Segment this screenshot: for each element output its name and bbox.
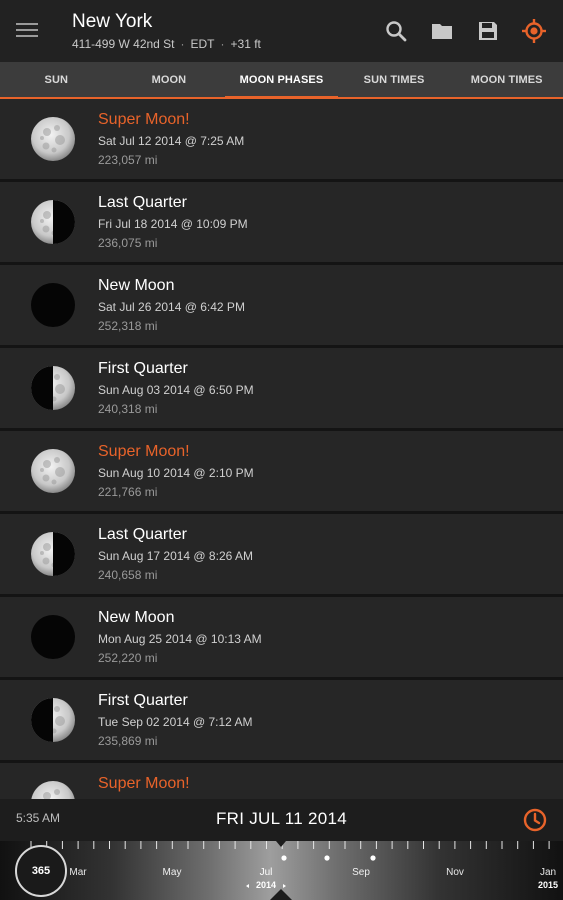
moon-phase-icon [31,366,75,410]
timezone-text: EDT [190,37,215,51]
save-icon [479,22,497,40]
phase-name: First Quarter [98,692,188,709]
timeline-month-label: Mar [69,867,87,878]
phase-name: First Quarter [98,360,188,377]
phase-distance: 221,766 mi [98,485,158,499]
phase-distance: 252,318 mi [98,319,158,333]
phase-distance: 252,220 mi [98,651,158,665]
moon-phase-icon [31,781,75,799]
moon-phase-icon [31,615,75,659]
phase-name: Last Quarter [98,194,187,211]
moon-phase-list[interactable]: Super Moon! Sat Jul 12 2014 @ 7:25 AM 22… [0,99,563,799]
phase-distance: 240,318 mi [98,402,158,416]
moon-phase-icon [31,283,75,327]
range-365-button[interactable]: 365 [15,845,67,897]
list-item[interactable]: New Moon Sat Jul 26 2014 @ 6:42 PM 252,3… [0,265,563,345]
search-button[interactable] [379,14,413,48]
phase-distance: 235,869 mi [98,734,158,748]
address-text: 411-499 W 42nd St [72,37,175,51]
phase-datetime: Mon Aug 25 2014 @ 10:13 AM [98,632,262,646]
phase-name: Super Moon! [98,443,190,460]
phase-datetime: Sun Aug 10 2014 @ 2:10 PM [98,466,254,480]
tab-moon-phases[interactable]: MOON PHASES [225,62,338,99]
tab-sun-times[interactable]: SUN TIMES [338,62,451,99]
phase-datetime: Tue Sep 02 2014 @ 7:12 AM [98,715,253,729]
list-item[interactable]: Last Quarter Fri Jul 18 2014 @ 10:09 PM … [0,182,563,262]
phase-datetime: Sun Aug 03 2014 @ 6:50 PM [98,383,254,397]
date-timeline-slider[interactable]: Mar May Jul Sep Nov Jan 2014 2015 365 [0,841,563,900]
timeline-top-pointer [276,841,286,847]
location-target-icon [522,19,546,43]
phase-name: Super Moon! [98,111,190,128]
phase-name: Super Moon! [98,775,190,792]
phase-datetime: Sat Jul 26 2014 @ 6:42 PM [98,300,245,314]
tab-bar: SUN MOON MOON PHASES SUN TIMES MOON TIME… [0,62,563,99]
list-item[interactable]: First Quarter Sun Aug 03 2014 @ 6:50 PM … [0,348,563,428]
moon-phase-icon [31,449,75,493]
timeline-month-label: Jan [540,867,556,878]
phase-distance: 223,057 mi [98,153,158,167]
date-bar: 5:35 AM FRI JUL 11 2014 [0,799,563,841]
location-subtitle: 411-499 W 42nd St · EDT · +31 ft [72,37,261,51]
moon-phase-icon [31,117,75,161]
menu-icon[interactable] [14,19,40,43]
location-title[interactable]: New York [72,11,152,33]
selected-date[interactable]: FRI JUL 11 2014 [0,809,563,829]
phase-name: New Moon [98,609,175,626]
moon-phase-icon [31,200,75,244]
phase-distance: 240,658 mi [98,568,158,582]
phase-datetime: Sun Aug 17 2014 @ 8:26 AM [98,549,253,563]
list-item[interactable]: Super Moon! [0,763,563,799]
tab-moon[interactable]: MOON [113,62,226,99]
list-item[interactable]: Super Moon! Sat Jul 12 2014 @ 7:25 AM 22… [0,99,563,179]
app-bar: New York 411-499 W 42nd St · EDT · +31 ft [0,0,563,62]
phase-distance: 236,075 mi [98,236,158,250]
toolbar-actions [379,14,551,48]
timeline-month-label: May [163,867,182,878]
timeline-year-label: 2014 [256,880,276,890]
timeline-pointer [270,889,292,900]
my-location-button[interactable] [517,14,551,48]
timeline-moon-marker [370,855,376,861]
list-item[interactable]: Last Quarter Sun Aug 17 2014 @ 8:26 AM 2… [0,514,563,594]
tab-sun[interactable]: SUN [0,62,113,99]
list-item[interactable]: Super Moon! Sun Aug 10 2014 @ 2:10 PM 22… [0,431,563,511]
list-item[interactable]: New Moon Mon Aug 25 2014 @ 10:13 AM 252,… [0,597,563,677]
folder-icon [432,24,452,39]
moon-phase-icon [31,532,75,576]
search-icon [386,21,407,42]
timeline-next-year-label: 2015 [538,880,558,890]
timeline-month-label: Nov [446,867,464,878]
timeline-ticks: Mar May Jul Sep Nov Jan 2014 2015 [30,841,558,900]
list-item[interactable]: First Quarter Tue Sep 02 2014 @ 7:12 AM … [0,680,563,760]
timeline-moon-marker [281,855,287,861]
open-folder-button[interactable] [425,14,459,48]
phase-name: Last Quarter [98,526,187,543]
clock-icon[interactable] [521,806,549,834]
timeline-month-label: Jul [260,867,273,878]
elevation-text: +31 ft [230,37,261,51]
timeline-moon-marker [324,855,330,861]
phase-datetime: Sat Jul 12 2014 @ 7:25 AM [98,134,245,148]
phase-datetime: Fri Jul 18 2014 @ 10:09 PM [98,217,248,231]
tab-moon-times[interactable]: MOON TIMES [450,62,563,99]
timeline-month-label: Sep [352,867,370,878]
save-button[interactable] [471,14,505,48]
moon-phase-icon [31,698,75,742]
phase-name: New Moon [98,277,175,294]
